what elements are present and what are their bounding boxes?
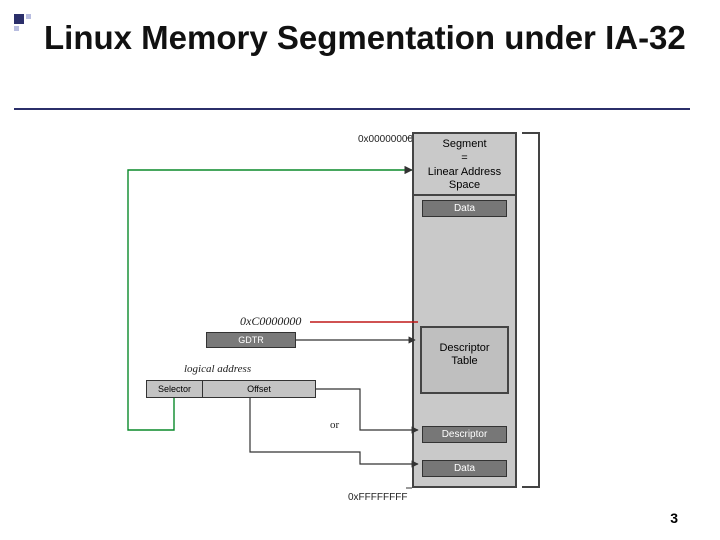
segment-bracket: [522, 132, 540, 488]
data-region-bottom: Data: [422, 460, 507, 477]
segment-box: Segment = Linear Address Space Data Desc…: [412, 132, 517, 488]
title-underline: [14, 108, 690, 110]
kernel-base-address-label: 0xC0000000: [240, 314, 301, 329]
title-bullet-decoration: [14, 14, 36, 36]
offset-field: Offset: [203, 381, 315, 397]
memory-segmentation-diagram: 0x00000000 0xFFFFFFFF Segment = Linear A…: [110, 130, 630, 510]
address-bottom-label: 0xFFFFFFFF: [348, 492, 407, 503]
data-region-top: Data: [422, 200, 507, 217]
descriptor-table-line2: Table: [451, 355, 477, 367]
segment-header-line1: Segment: [442, 138, 486, 150]
page-number: 3: [670, 510, 678, 526]
descriptor-table-line1: Descriptor: [439, 342, 489, 354]
segment-header-line2: =: [461, 152, 467, 164]
gdtr-register-box: GDTR: [206, 332, 296, 348]
segment-header: Segment = Linear Address Space: [414, 134, 515, 196]
or-label: or: [330, 419, 339, 431]
selector-field: Selector: [147, 381, 203, 397]
descriptor-table-box: Descriptor Table: [420, 326, 509, 394]
segment-header-line3: Linear Address: [428, 166, 501, 178]
address-top-label: 0x00000000: [358, 134, 413, 145]
logical-address-box: Selector Offset: [146, 380, 316, 398]
slide-title: Linux Memory Segmentation under IA-32: [44, 18, 708, 59]
descriptor-chip: Descriptor: [422, 426, 507, 443]
connector-wires: [110, 130, 630, 510]
segment-header-line4: Space: [449, 179, 480, 191]
logical-address-label: logical address: [184, 363, 251, 375]
